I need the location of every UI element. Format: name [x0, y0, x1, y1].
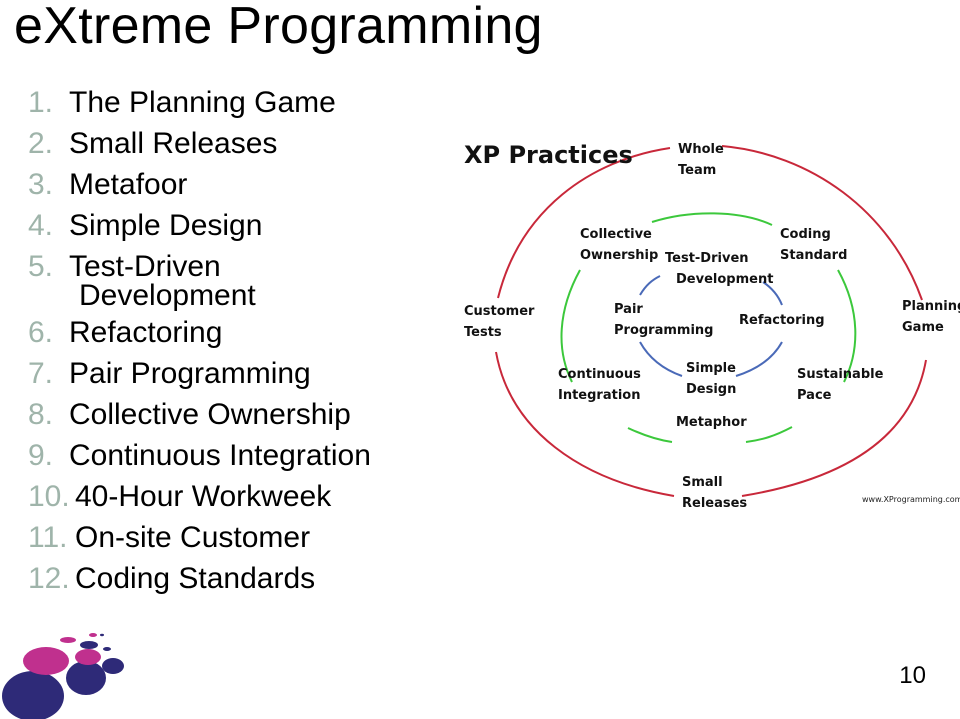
page-number: 10	[899, 662, 926, 689]
list-text: Coding Standards	[75, 562, 316, 595]
label-sustainable-pace-2: Pace	[797, 388, 832, 403]
label-continuous-integration: Continuous	[558, 367, 641, 382]
label-planning-game: Planning	[902, 299, 960, 314]
list-text: Collective Ownership	[69, 398, 351, 431]
label-customer-tests-2: Tests	[464, 325, 502, 340]
list-number: 2.	[28, 127, 54, 160]
outer-ring	[495, 145, 927, 497]
list-text: Simple Design	[69, 209, 263, 242]
list-number: 3.	[28, 168, 54, 201]
label-planning-game-2: Game	[902, 320, 944, 335]
logo-circle	[2, 671, 64, 719]
outer-ring-arc	[497, 147, 671, 299]
list-item: 7. Pair Programming	[28, 353, 371, 394]
list-text: The Planning Game	[69, 86, 336, 119]
list-text: Refactoring	[69, 316, 223, 349]
list-item: 8. Collective Ownership	[28, 394, 371, 435]
inner-ring-arc	[735, 341, 783, 377]
list-text: 40-Hour Workweek	[75, 480, 332, 513]
label-metaphor: Metaphor	[676, 415, 747, 430]
logo-circle	[102, 658, 124, 674]
list-item: 4. Simple Design	[28, 205, 371, 246]
label-pair-programming: Pair	[614, 302, 643, 317]
list-item: 1. The Planning Game	[28, 82, 371, 123]
list-item: 12. Coding Standards	[28, 558, 371, 599]
middle-ring-arc	[837, 269, 857, 383]
label-collective-ownership-2: Ownership	[580, 248, 658, 263]
label-whole-team-2: Team	[678, 163, 716, 178]
practices-list: 1. The Planning Game 2. Small Releases 3. M…	[28, 82, 371, 599]
list-item: 11. On-site Customer	[28, 517, 371, 558]
label-refactoring: Refactoring	[739, 313, 825, 328]
list-number: 6.	[28, 316, 54, 349]
list-number: 9.	[28, 439, 54, 472]
slide-title: eXtreme Programming	[14, 0, 543, 55]
diagram-title: XP Practices	[464, 141, 633, 169]
logo-circle	[80, 641, 98, 649]
diagram-credit: www.XProgramming.com	[862, 495, 960, 504]
label-test-driven-development-2: Development	[676, 272, 773, 287]
list-text: Pair Programming	[69, 357, 311, 390]
list-text: Metafoor	[69, 168, 188, 201]
list-text: Continuous Integration	[69, 439, 371, 472]
xp-practices-diagram: XP Practices Whole Team Customer Tests P…	[464, 141, 960, 511]
list-item: 6. Refactoring	[28, 312, 371, 353]
middle-ring-arc	[651, 212, 773, 226]
list-text-continued: Development	[79, 279, 256, 312]
list-number: 11.	[28, 521, 68, 554]
label-collective-ownership: Collective	[580, 227, 652, 242]
middle-ring-arc	[627, 427, 673, 443]
inner-ring-arc	[639, 341, 683, 377]
label-customer-tests: Customer	[464, 304, 535, 319]
logo-circle	[66, 661, 106, 695]
list-number: 5.	[28, 250, 54, 283]
label-small-releases: Small	[682, 475, 723, 490]
middle-ring-arc	[560, 269, 581, 383]
label-test-driven-development: Test-Driven	[665, 251, 749, 266]
list-text: Small Releases	[69, 127, 278, 160]
label-coding-standard-2: Standard	[780, 248, 847, 263]
label-pair-programming-2: Programming	[614, 323, 713, 338]
list-item: 5. Test-Driven Development	[28, 246, 371, 312]
label-simple-design: Simple	[686, 361, 736, 376]
list-text: On-site Customer	[75, 521, 311, 554]
middle-ring-arc	[745, 426, 793, 443]
list-number: 7.	[28, 357, 54, 390]
logo	[2, 633, 124, 719]
list-item: 3. Metafoor	[28, 164, 371, 205]
logo-circle	[23, 647, 69, 675]
list-number: 4.	[28, 209, 54, 242]
list-number: 8.	[28, 398, 54, 431]
label-sustainable-pace: Sustainable	[797, 367, 884, 382]
list-number: 12.	[28, 562, 70, 595]
list-number: 1.	[28, 86, 54, 119]
label-coding-standard: Coding	[780, 227, 831, 242]
list-item: 9. Continuous Integration	[28, 435, 371, 476]
label-simple-design-2: Design	[686, 382, 736, 397]
label-continuous-integration-2: Integration	[558, 388, 640, 403]
list-number: 10.	[28, 480, 70, 513]
label-whole-team: Whole	[678, 142, 724, 157]
list-item: 2. Small Releases	[28, 123, 371, 164]
logo-circle	[75, 649, 101, 665]
logo-circle	[89, 633, 97, 637]
label-small-releases-2: Releases	[682, 496, 747, 511]
logo-circle	[60, 637, 76, 643]
list-item: 10. 40-Hour Workweek	[28, 476, 371, 517]
inner-ring-arc	[639, 275, 661, 296]
logo-circle	[103, 647, 111, 651]
logo-circle	[100, 633, 104, 637]
